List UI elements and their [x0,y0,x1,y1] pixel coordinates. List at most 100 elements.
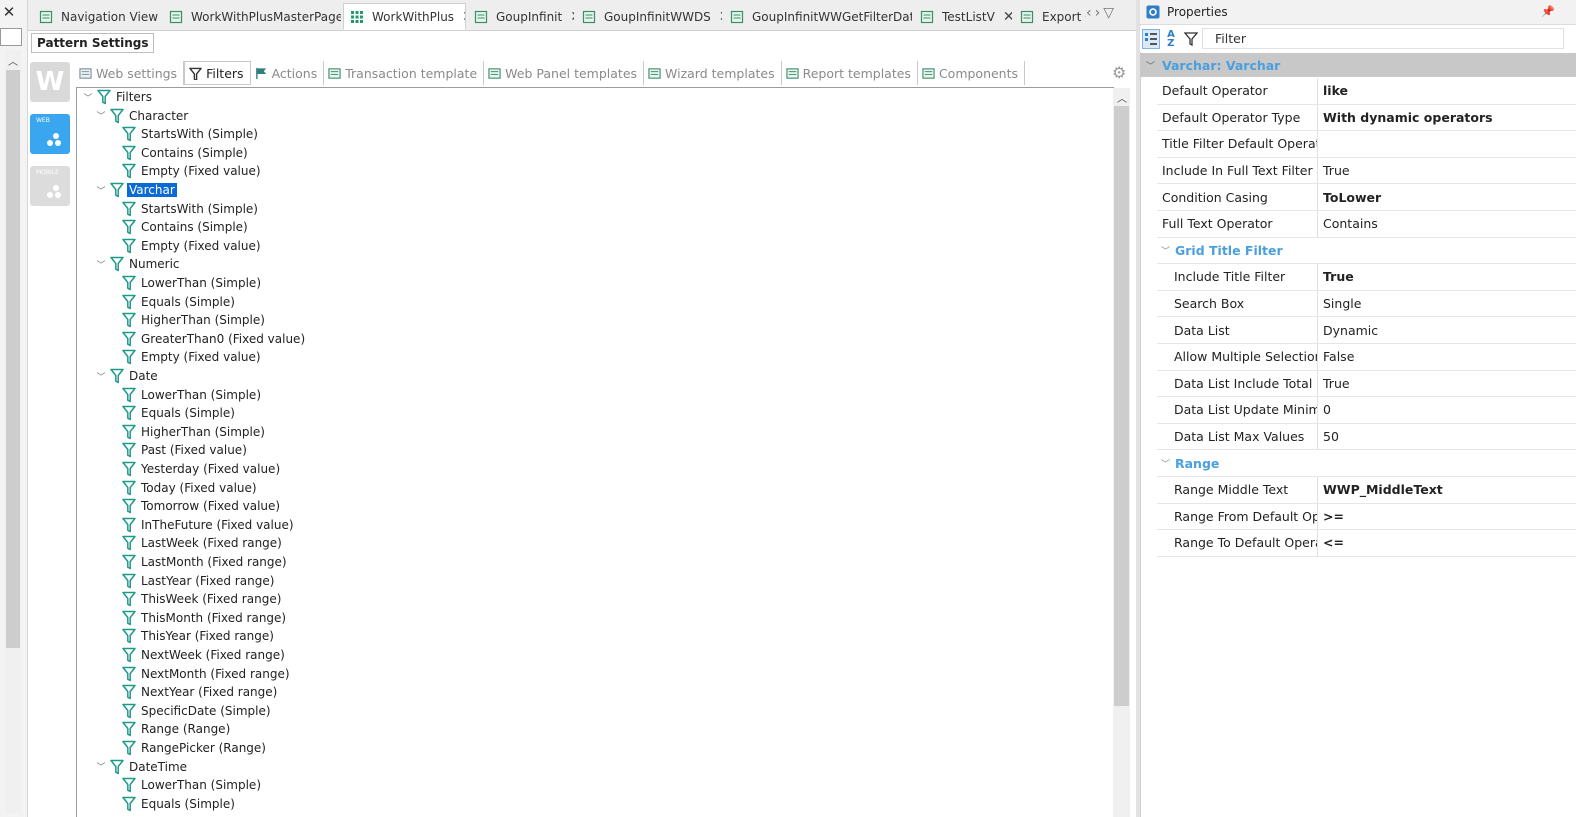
property-value[interactable]: ToLower [1318,190,1381,205]
property-row[interactable]: Condition Casing ToLower [1157,184,1576,211]
tree-filter-item[interactable]: LowerThan (Simple) [122,386,263,404]
tree-filter-item[interactable]: Range (Range) [122,720,232,738]
tree-filter-item[interactable]: SpecificDate (Simple) [122,702,273,720]
tree-filter-item[interactable]: HigherThan (Simple) [122,311,267,329]
tree-group-node[interactable]: ﹀ Numeric [95,255,182,273]
tree-group-node[interactable]: ﹀ DateTime [95,758,189,776]
close-icon[interactable]: ✕ [2,4,16,20]
close-tab-icon[interactable]: ✕ [462,9,465,25]
tab-webpanel[interactable]: WorkWithPlusMasterPage✕ [163,3,341,30]
property-row[interactable]: Range To Default Operator<= [1157,530,1576,557]
workwithplus-pattern-icon[interactable]: W [30,62,70,102]
property-row[interactable]: Default Operator Type With dynamic operat… [1157,104,1576,132]
tree-filter-item[interactable]: Equals (Simple) [122,404,237,422]
toolbar-actions[interactable]: Actions [251,61,325,85]
property-row[interactable]: Title Filter Default Operator [1157,131,1576,158]
property-value[interactable]: 0 [1318,402,1331,417]
scroll-up-icon[interactable]: ︿ [1115,90,1129,105]
tree-filter-item[interactable]: NextYear (Fixed range) [122,683,279,701]
tree-filter-item[interactable]: ThisMonth (Fixed range) [122,609,288,627]
toolbar-web-settings[interactable]: Web settings [75,61,185,85]
tab-list-dropdown-icon[interactable]: ▽ [1103,5,1114,25]
close-tab-icon[interactable]: ✕ [570,9,574,25]
toolbar-wizard-templates[interactable]: Wizard templates [644,61,782,85]
tree-group-node[interactable]: ﹀ Filters [82,88,154,106]
tree-group-node[interactable]: ﹀ Varchar [95,181,177,199]
property-value[interactable]: False [1318,349,1354,364]
tree-filter-item[interactable]: Empty (Fixed value) [122,348,263,366]
tab-scroll-left-icon[interactable]: ‹ [1086,5,1092,25]
chevron-down-icon[interactable]: ﹀ [1161,244,1173,257]
tree-filter-item[interactable]: LowerThan (Simple) [122,274,263,292]
tree-group-node[interactable]: ﹀ Character [95,107,190,125]
tree-filter-item[interactable]: StartsWith (Simple) [122,125,260,143]
web-pattern-icon[interactable]: WEB [30,114,70,154]
tab-webpanel[interactable]: TestListV ✕ [914,3,1012,30]
toolbar-filters[interactable]: Filters [184,61,251,85]
pin-icon[interactable]: 📌 [1541,5,1555,18]
chevron-down-icon[interactable]: ﹀ [95,370,107,383]
tree-filter-item[interactable]: Empty (Fixed value) [122,237,263,255]
selected-object-header[interactable]: ﹀ Varchar: Varchar [1140,53,1576,77]
property-row[interactable]: Search Box Single [1157,290,1576,318]
tree-filter-item[interactable]: Today (Fixed value) [122,479,259,497]
property-value[interactable]: True [1318,376,1350,391]
tab-grid-pattern[interactable]: WorkWithPlus ✕ [343,3,466,30]
tree-filter-item[interactable]: GreaterThan0 (Fixed value) [122,330,307,348]
tree-filter-item[interactable]: LastYear (Fixed range) [122,572,276,590]
toolbar-report-templates[interactable]: Report templates [782,61,918,85]
tab-scroll-right-icon[interactable]: › [1095,5,1101,25]
property-value[interactable]: With dynamic operators [1318,110,1493,125]
property-group-grid-title-filter[interactable]: ﹀ Grid Title Filter [1157,238,1576,265]
property-value[interactable]: >= [1318,509,1344,524]
property-row[interactable]: Allow Multiple Selection False [1157,344,1576,371]
chevron-down-icon[interactable]: ﹀ [95,258,107,271]
property-value[interactable]: True [1318,163,1350,178]
chevron-down-icon[interactable]: ﹀ [95,184,107,197]
tab-document[interactable]: Navigation View✕ [33,3,161,30]
property-value[interactable]: Dynamic [1318,323,1378,338]
property-value[interactable]: True [1318,269,1354,284]
property-group-range[interactable]: ﹀ Range [1157,450,1576,477]
tree-filter-item[interactable]: LastMonth (Fixed range) [122,553,289,571]
property-value[interactable]: Single [1318,296,1361,311]
property-row[interactable]: Full Text Operator Contains [1157,211,1576,238]
tree-filter-item[interactable]: Contains (Simple) [122,218,250,236]
tree-filter-item[interactable]: LastWeek (Fixed range) [122,534,284,552]
tree-filter-item[interactable]: Equals (Simple) [122,293,237,311]
gear-icon[interactable]: ⚙ [1112,63,1130,82]
side-input[interactable] [0,28,22,46]
tree-filter-item[interactable]: StartsWith (Simple) [122,200,260,218]
property-value[interactable]: <= [1318,535,1344,550]
side-scrollbar-thumb[interactable] [6,70,20,648]
toolbar-web-panel-templates[interactable]: Web Panel templates [484,61,645,85]
chevron-down-icon[interactable]: ﹀ [1146,59,1160,72]
tree-filter-item[interactable]: NextWeek (Fixed range) [122,646,287,664]
tree-filter-item[interactable]: Empty (Fixed value) [122,162,263,180]
tree-filter-item[interactable]: HigherThan (Simple) [122,423,267,441]
tree-group-node[interactable]: ﹀ Date [95,367,160,385]
tree-filter-item[interactable]: InTheFuture (Fixed value) [122,516,296,534]
toolbar-transaction-template[interactable]: Transaction template [324,61,485,85]
properties-filter-input[interactable]: Filter [1202,28,1564,49]
property-value[interactable]: Contains [1318,216,1378,231]
property-row[interactable]: Include Title Filter True [1157,264,1576,291]
tree-filter-item[interactable]: RangePicker (Range) [122,739,268,757]
tree-filter-item[interactable]: NextMonth (Fixed range) [122,665,292,683]
property-row[interactable]: Range From Default Opera>= [1157,503,1576,531]
property-row[interactable]: Include In Full Text Filter True [1157,157,1576,185]
property-row[interactable]: Data List Dynamic [1157,317,1576,344]
property-row[interactable]: Data List Update Minimum0 [1157,397,1576,424]
filter-toggle-icon[interactable] [1182,29,1200,49]
tree-filter-item[interactable]: ThisYear (Fixed range) [122,627,276,645]
close-tab-icon[interactable]: ✕ [719,9,722,25]
property-row[interactable]: Data List Max Values 50 [1157,423,1576,451]
scroll-up-icon[interactable]: ︿ [6,53,20,68]
tree-filter-item[interactable]: Tomorrow (Fixed value) [122,497,282,515]
property-value[interactable]: like [1318,83,1348,98]
tree-filter-item[interactable]: Contains (Simple) [122,144,250,162]
property-row[interactable]: Default Operator like [1157,78,1576,105]
property-row[interactable]: Range Middle Text WWP_MiddleText [1157,477,1576,504]
tree-filter-item[interactable]: Past (Fixed value) [122,441,249,459]
tree-scrollbar-thumb[interactable] [1114,106,1129,706]
